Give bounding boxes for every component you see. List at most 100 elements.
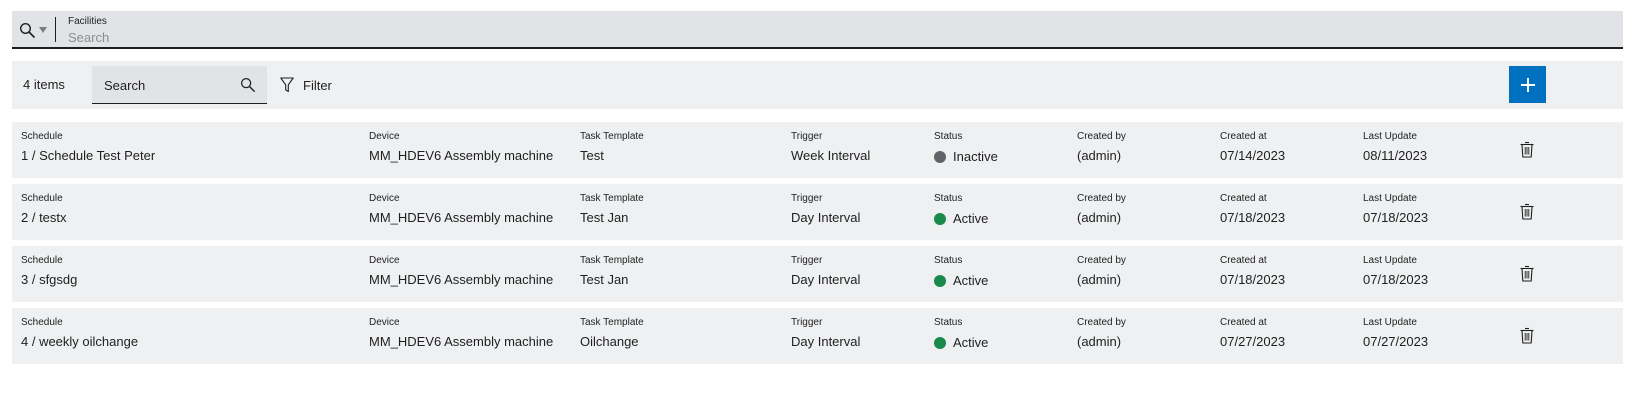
table-row[interactable]: Schedule 2 / testx Device MM_HDEV6 Assembly… [12, 184, 1623, 240]
status-column-label: Status [934, 255, 963, 266]
task-template-column-label: Task Template [580, 131, 644, 142]
trigger-column-label: Trigger [791, 317, 823, 328]
task-template-column-label: Task Template [580, 193, 644, 204]
status-cell: Status Active [934, 255, 988, 289]
created-by-cell: Created by (admin) [1077, 131, 1126, 164]
device-cell: Device MM_HDEV6 Assembly machine [369, 193, 553, 226]
task-template-value: Oilchange [580, 334, 639, 349]
task-template-column-label: Task Template [580, 317, 644, 328]
last-update-value: 08/11/2023 [1363, 148, 1428, 163]
status-value: Inactive [953, 149, 998, 164]
created-at-cell: Created at 07/18/2023 [1220, 193, 1285, 226]
schedule-cell: Schedule 1 / Schedule Test Peter [21, 131, 155, 164]
status-column-label: Status [934, 317, 963, 328]
trigger-column-label: Trigger [791, 193, 823, 204]
status-dot-icon [934, 151, 946, 163]
last-update-cell: Last Update 07/18/2023 [1363, 193, 1428, 226]
divider [55, 17, 56, 42]
task-template-value: Test Jan [580, 272, 629, 287]
device-column-label: Device [369, 193, 400, 204]
schedule-cell: Schedule 3 / sfgsdg [21, 255, 77, 288]
task-template-cell: Task Template Test Jan [580, 255, 644, 288]
created-by-column-label: Created by [1077, 193, 1126, 204]
trash-icon[interactable] [1520, 141, 1534, 158]
created-at-column-label: Created at [1220, 131, 1267, 142]
status-badge: Active [934, 335, 988, 351]
status-dot-icon [934, 213, 946, 225]
trash-icon[interactable] [1520, 265, 1534, 282]
device-column-label: Device [369, 131, 400, 142]
list-search-input[interactable] [104, 77, 234, 93]
created-by-value: (admin) [1077, 272, 1122, 287]
task-template-cell: Task Template Test Jan [580, 193, 644, 226]
created-at-cell: Created at 07/14/2023 [1220, 131, 1285, 164]
table-row[interactable]: Schedule 1 / Schedule Test Peter Device MM_… [12, 122, 1623, 178]
search-icon[interactable] [19, 22, 37, 40]
last-update-cell: Last Update 08/11/2023 [1363, 131, 1427, 164]
trigger-value: Day Interval [791, 334, 861, 349]
search-icon[interactable] [240, 77, 257, 94]
last-update-cell: Last Update 07/18/2023 [1363, 255, 1428, 288]
created-at-cell: Created at 07/18/2023 [1220, 255, 1285, 288]
trigger-cell: Trigger Day Interval [791, 255, 860, 288]
device-value: MM_HDEV6 Assembly machine [369, 210, 554, 225]
status-dot-icon [934, 275, 946, 287]
task-template-cell: Task Template Oilchange [580, 317, 644, 350]
created-by-column-label: Created by [1077, 131, 1126, 142]
created-at-column-label: Created at [1220, 193, 1267, 204]
created-by-cell: Created by (admin) [1077, 317, 1126, 350]
created-by-column-label: Created by [1077, 255, 1126, 266]
trigger-value: Day Interval [791, 272, 861, 287]
last-update-value: 07/27/2023 [1363, 334, 1429, 349]
schedule-column-label: Schedule [21, 255, 63, 266]
task-template-value: Test Jan [580, 210, 629, 225]
status-cell: Status Active [934, 193, 988, 227]
created-at-value: 07/14/2023 [1220, 148, 1286, 163]
status-column-label: Status [934, 193, 963, 204]
list-search-box[interactable] [92, 66, 267, 104]
device-value: MM_HDEV6 Assembly machine [369, 272, 554, 287]
status-value: Active [953, 273, 989, 288]
status-badge: Active [934, 211, 988, 227]
created-at-column-label: Created at [1220, 255, 1267, 266]
facility-search-input[interactable] [68, 29, 1568, 45]
trigger-cell: Trigger Day Interval [791, 317, 860, 350]
created-by-value: (admin) [1077, 210, 1122, 225]
status-cell: Status Inactive [934, 131, 998, 165]
add-schedule-button[interactable] [1509, 66, 1546, 103]
trigger-cell: Trigger Day Interval [791, 193, 860, 226]
status-value: Active [953, 211, 989, 226]
filter-button[interactable]: Filter [280, 73, 332, 97]
table-row[interactable]: Schedule 3 / sfgsdg Device MM_HDEV6 Assembl… [12, 246, 1623, 302]
device-cell: Device MM_HDEV6 Assembly machine [369, 317, 553, 350]
task-template-column-label: Task Template [580, 255, 644, 266]
schedule-cell: Schedule 2 / testx [21, 193, 67, 226]
created-by-cell: Created by (admin) [1077, 255, 1126, 288]
created-at-value: 07/18/2023 [1220, 210, 1286, 225]
chevron-down-icon[interactable] [39, 27, 47, 33]
trigger-cell: Trigger Week Interval [791, 131, 870, 164]
trash-icon[interactable] [1520, 203, 1534, 220]
last-update-value: 07/18/2023 [1363, 272, 1429, 287]
status-badge: Inactive [934, 149, 998, 165]
last-update-cell: Last Update 07/27/2023 [1363, 317, 1428, 350]
schedule-value: 1 / Schedule Test Peter [21, 148, 156, 163]
status-column-label: Status [934, 131, 963, 142]
status-dot-icon [934, 337, 946, 349]
trash-icon[interactable] [1520, 327, 1534, 344]
schedule-column-label: Schedule [21, 131, 63, 142]
schedule-column-label: Schedule [21, 317, 63, 328]
trigger-value: Day Interval [791, 210, 861, 225]
schedule-value: 2 / testx [21, 210, 67, 225]
table-row[interactable]: Schedule 4 / weekly oilchange Device MM_HDE… [12, 308, 1623, 364]
facility-search-bar: Facilities [12, 11, 1623, 49]
device-cell: Device MM_HDEV6 Assembly machine [369, 255, 553, 288]
device-column-label: Device [369, 317, 400, 328]
created-at-column-label: Created at [1220, 317, 1267, 328]
device-value: MM_HDEV6 Assembly machine [369, 148, 554, 163]
filter-icon [280, 77, 294, 93]
task-template-value: Test [580, 148, 604, 163]
created-by-value: (admin) [1077, 334, 1122, 349]
task-template-cell: Task Template Test [580, 131, 644, 164]
status-cell: Status Active [934, 317, 988, 351]
